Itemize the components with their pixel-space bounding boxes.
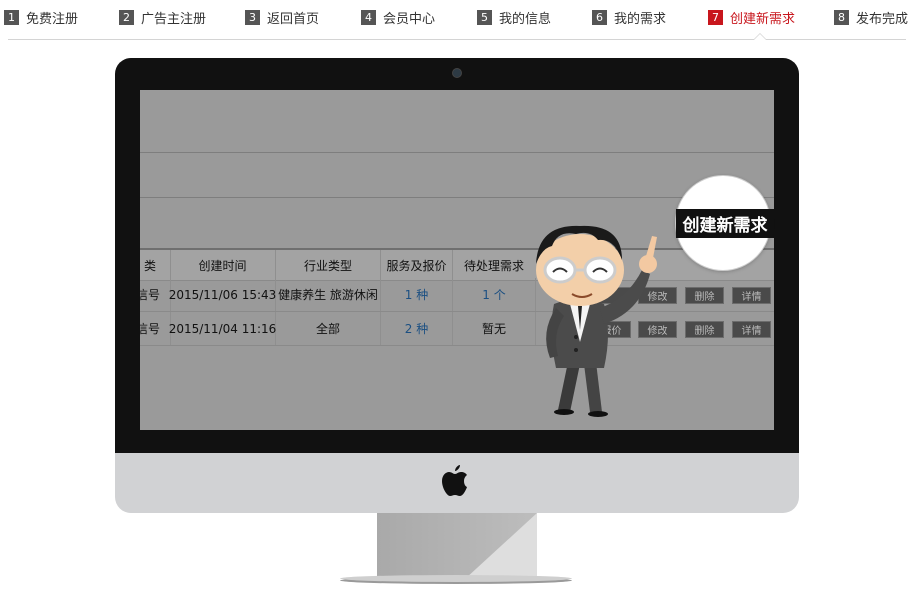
- step-number: 8: [834, 9, 849, 25]
- step-number: 4: [361, 9, 376, 25]
- header-created-time: 创建时间: [170, 250, 276, 280]
- row-service-link[interactable]: 1 种: [381, 278, 453, 311]
- callout-text: 创建新需求: [682, 216, 768, 236]
- step-divider: [8, 39, 906, 40]
- apple-logo-icon: [442, 465, 467, 496]
- step-4[interactable]: 4 会员中心: [361, 8, 436, 27]
- step-number: 5: [477, 9, 492, 25]
- detail-button[interactable]: 详情: [732, 287, 771, 304]
- step-3[interactable]: 3 返回首页: [245, 8, 320, 27]
- step-number: 7: [708, 9, 723, 25]
- row-service-link[interactable]: 2 种: [381, 312, 453, 345]
- step-number: 2: [119, 9, 134, 25]
- create-demand-callout: 创建新需求: [676, 176, 774, 270]
- delete-button[interactable]: 删除: [685, 321, 724, 338]
- step-6[interactable]: 6 我的需求: [592, 8, 667, 27]
- header-service: 服务及报价: [381, 250, 453, 280]
- step-5[interactable]: 5 我的信息: [477, 8, 552, 27]
- screen-divider: [140, 197, 774, 198]
- row-created-time: 2015/11/04 11:16: [169, 312, 276, 345]
- header-category: 类: [140, 250, 171, 280]
- callout-bar: 创建新需求: [676, 209, 774, 238]
- cartoon-businessman-icon: [536, 225, 657, 417]
- step-label: 创建新需求: [730, 11, 796, 27]
- step-8[interactable]: 8 发布完成: [834, 8, 909, 27]
- step-label: 返回首页: [267, 11, 320, 27]
- table-row: 信号 2015/11/04 11:16 全部 2 种 暂无 报价 修改 删除 详…: [140, 312, 774, 346]
- row-created-time: 2015/11/06 15:43: [169, 278, 276, 311]
- row-category: 信号: [140, 312, 171, 345]
- row-category: 信号: [140, 278, 171, 311]
- step-number: 6: [592, 9, 607, 25]
- row-industry: 全部: [276, 312, 381, 345]
- table-row: 信号 2015/11/06 15:43 健康养生 旅游休闲 1 种 1 个 修改…: [140, 278, 774, 312]
- detail-button[interactable]: 详情: [732, 321, 771, 338]
- step-2[interactable]: 2 广告主注册: [119, 8, 207, 27]
- screen-divider: [140, 152, 774, 153]
- step-navigation: 1 免费注册 2 广告主注册 3 返回首页 4 会员中心 5 我的信息 6 我的…: [0, 0, 914, 40]
- step-7-active[interactable]: 7 创建新需求: [708, 8, 796, 27]
- step-1[interactable]: 1 免费注册: [4, 8, 79, 27]
- step-label: 会员中心: [383, 11, 436, 27]
- step-number: 3: [245, 9, 260, 25]
- header-industry: 行业类型: [276, 250, 381, 280]
- step-label: 免费注册: [26, 11, 79, 27]
- row-industry: 健康养生 旅游休闲: [276, 278, 381, 311]
- step-label: 发布完成: [856, 11, 909, 27]
- step-label: 广告主注册: [141, 11, 207, 27]
- monitor-base: [340, 575, 572, 582]
- step-number: 1: [4, 9, 19, 25]
- step-label: 我的需求: [614, 11, 667, 27]
- monitor-screen: 类 创建时间 行业类型 服务及报价 待处理需求 信号 2015/11/06 15…: [140, 90, 774, 430]
- camera-icon: [452, 68, 462, 78]
- step-label: 我的信息: [499, 11, 552, 27]
- delete-button[interactable]: 删除: [685, 287, 724, 304]
- table-header: 类 创建时间 行业类型 服务及报价 待处理需求: [140, 248, 774, 281]
